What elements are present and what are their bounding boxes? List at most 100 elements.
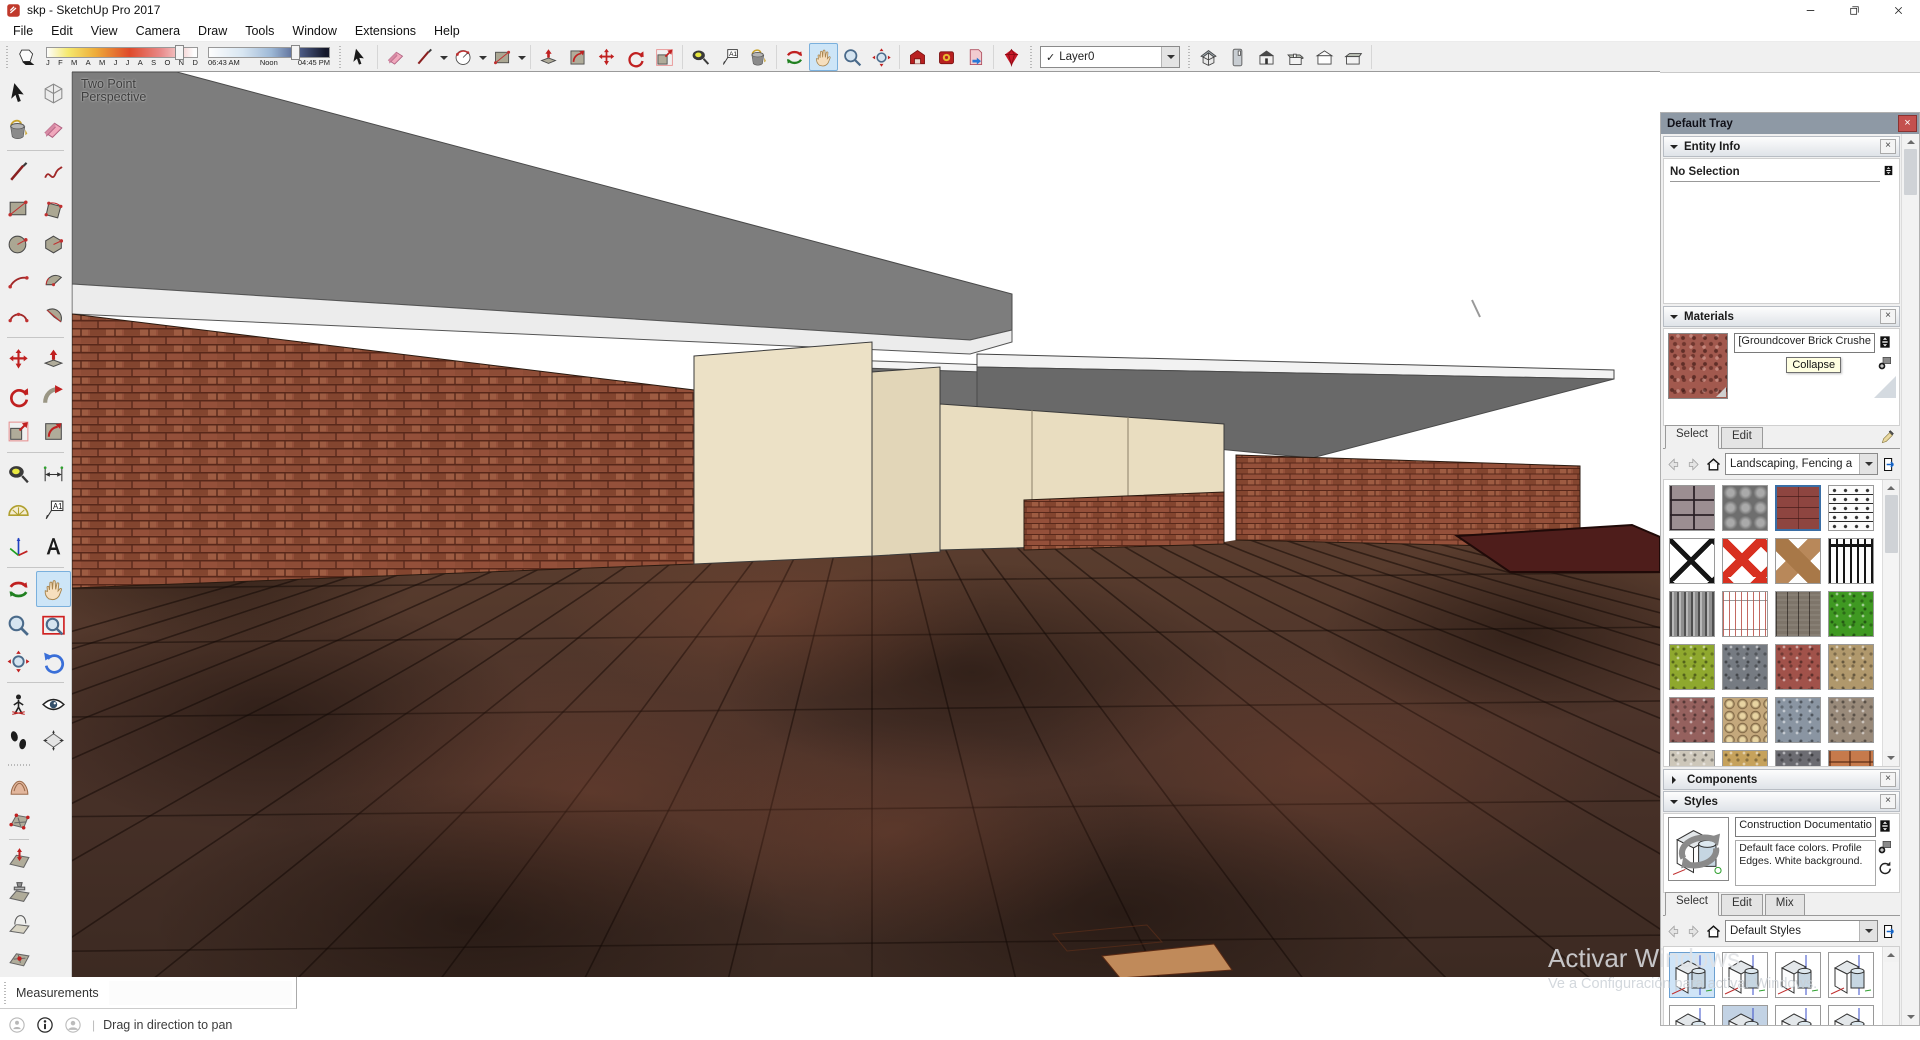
tray-title-bar[interactable]: Default Tray × <box>1661 113 1919 134</box>
add-detail-tool-button[interactable] <box>2 941 37 974</box>
details-menu-icon[interactable] <box>1881 923 1898 940</box>
components-header[interactable]: Components × <box>1663 769 1900 790</box>
dropdown-arrow-icon[interactable] <box>1859 921 1877 941</box>
restore-button[interactable] <box>1832 0 1876 20</box>
rectangle-tool-button[interactable] <box>488 43 517 71</box>
material-swatch-brick-pavers[interactable] <box>1669 485 1715 531</box>
previous-tool-button[interactable] <box>36 643 71 679</box>
tape-measure-tool-button[interactable] <box>1 456 36 492</box>
tray-close-button[interactable]: × <box>1898 115 1917 132</box>
menu-window[interactable]: Window <box>283 22 345 40</box>
smoove-tool-button[interactable] <box>2 842 37 875</box>
line-tool-button[interactable] <box>1 154 36 190</box>
toolbar-grip[interactable] <box>1029 46 1033 68</box>
material-swatch-sand-tan[interactable] <box>1722 750 1768 766</box>
toolbar-grip[interactable] <box>1187 46 1191 68</box>
move-tool-button[interactable] <box>592 43 621 71</box>
back-arrow-icon[interactable] <box>1665 456 1682 473</box>
look-around-tool-button[interactable] <box>36 686 71 722</box>
layer-dropdown[interactable]: ✓Layer0 <box>1040 46 1180 68</box>
text-3d-tool-button[interactable] <box>36 528 71 564</box>
make-component-tool-button[interactable] <box>36 75 71 111</box>
material-swatch-gravel-gray[interactable] <box>1722 644 1768 690</box>
pan-tool-button[interactable] <box>36 571 71 607</box>
entity-info-close-button[interactable]: × <box>1880 139 1896 154</box>
material-swatch-barbed-wire[interactable] <box>1828 485 1874 531</box>
stamp-tool-button[interactable] <box>2 875 37 908</box>
push-pull-tool-button[interactable] <box>36 341 71 377</box>
style-name-field[interactable]: Construction Documentatio <box>1735 817 1876 837</box>
create-style-icon[interactable] <box>1877 839 1893 855</box>
style-thumbnail-2[interactable] <box>1722 952 1768 998</box>
styles-scrollbar[interactable] <box>1882 947 1899 1025</box>
sign-in-icon[interactable] <box>64 1016 82 1034</box>
styles-header[interactable]: Styles × <box>1663 791 1900 812</box>
material-swatch-wood-planks[interactable] <box>1775 591 1821 637</box>
from-scratch-tool-button[interactable] <box>2 804 37 837</box>
toolbar-grip[interactable] <box>5 46 9 68</box>
warehouse-3d-tool-button[interactable] <box>903 43 932 71</box>
menu-file[interactable]: File <box>4 22 42 40</box>
style-thumbnail-3[interactable] <box>1775 952 1821 998</box>
rotated-rectangle-tool-button[interactable] <box>36 190 71 226</box>
materials-scrollbar[interactable] <box>1882 480 1899 766</box>
forward-arrow-icon[interactable] <box>1685 923 1702 940</box>
view-iso-button[interactable] <box>1194 43 1223 71</box>
material-swatch-gravel-coarse[interactable] <box>1828 697 1874 743</box>
share-model-tool-button[interactable] <box>961 43 990 71</box>
scale-tool-button[interactable] <box>650 43 679 71</box>
offset-tool-button[interactable] <box>36 413 71 449</box>
view-back-button[interactable] <box>1310 43 1339 71</box>
tape-measure-tool-button[interactable] <box>686 43 715 71</box>
style-description[interactable]: Default face colors. Profile Edges. Whit… <box>1735 840 1876 886</box>
text-tool-button[interactable]: A1 <box>715 43 744 71</box>
materials-details-toggle-icon[interactable] <box>1877 334 1893 350</box>
extension-warehouse-tool-button[interactable] <box>932 43 961 71</box>
toolbar-grip[interactable] <box>338 46 342 68</box>
material-swatch-sand-fine[interactable] <box>1669 750 1715 766</box>
style-thumbnail-5[interactable] <box>1669 1005 1715 1025</box>
style-thumbnail-6[interactable] <box>1722 1005 1768 1025</box>
minimize-button[interactable] <box>1788 0 1832 20</box>
material-swatch-iron-fence[interactable] <box>1828 538 1874 584</box>
menu-camera[interactable]: Camera <box>127 22 189 40</box>
section-plane-tool-button[interactable] <box>36 722 71 758</box>
polygon-tool-button[interactable] <box>36 226 71 262</box>
materials-tab-select[interactable]: Select <box>1665 425 1719 449</box>
material-swatch-cobblestone[interactable] <box>1722 485 1768 531</box>
styles-details-toggle-icon[interactable] <box>1877 818 1893 834</box>
protractor-tool-button[interactable] <box>1 492 36 528</box>
paint-bucket-tool-button[interactable] <box>744 43 773 71</box>
rotate-tool-button[interactable] <box>621 43 650 71</box>
arc2-tool-button[interactable] <box>1 262 36 298</box>
scale-tool-button[interactable] <box>1 413 36 449</box>
styles-tab-edit[interactable]: Edit <box>1721 894 1763 915</box>
dropdown-arrow-icon[interactable] <box>1859 454 1877 474</box>
axes-tool-button[interactable] <box>1 528 36 564</box>
view-left-button[interactable] <box>1339 43 1368 71</box>
material-swatch-grass-dark[interactable] <box>1828 591 1874 637</box>
material-swatch-asphalt-dark[interactable] <box>1775 750 1821 766</box>
tray-scrollbar[interactable] <box>1901 134 1919 1025</box>
follow-me-tool-button[interactable] <box>36 377 71 413</box>
sample-eyedropper-icon[interactable] <box>1880 429 1896 445</box>
material-swatch-brick-orange[interactable] <box>1828 750 1874 766</box>
dimension-tool-button[interactable] <box>36 456 71 492</box>
material-swatch-red-brick[interactable] <box>1775 485 1821 531</box>
material-swatch-gravel-rose[interactable] <box>1669 697 1715 743</box>
material-swatch-gravel-blue[interactable] <box>1775 697 1821 743</box>
pan-tool-button[interactable] <box>809 43 838 71</box>
components-close-button[interactable]: × <box>1880 772 1896 787</box>
styles-collection-dropdown[interactable]: Default Styles <box>1725 920 1878 942</box>
paint-bucket-tool-button[interactable] <box>1 111 36 147</box>
material-swatch-gravel-tan[interactable] <box>1828 644 1874 690</box>
material-swatch-picket-fence[interactable] <box>1669 591 1715 637</box>
home-icon[interactable] <box>1705 923 1722 940</box>
material-swatch-safety-mesh-red[interactable] <box>1722 538 1768 584</box>
menu-help[interactable]: Help <box>425 22 469 40</box>
material-preview[interactable] <box>1668 333 1728 399</box>
home-icon[interactable] <box>1705 456 1722 473</box>
forward-arrow-icon[interactable] <box>1685 456 1702 473</box>
arc3-tool-button[interactable] <box>1 298 36 334</box>
materials-tab-edit[interactable]: Edit <box>1721 427 1763 448</box>
